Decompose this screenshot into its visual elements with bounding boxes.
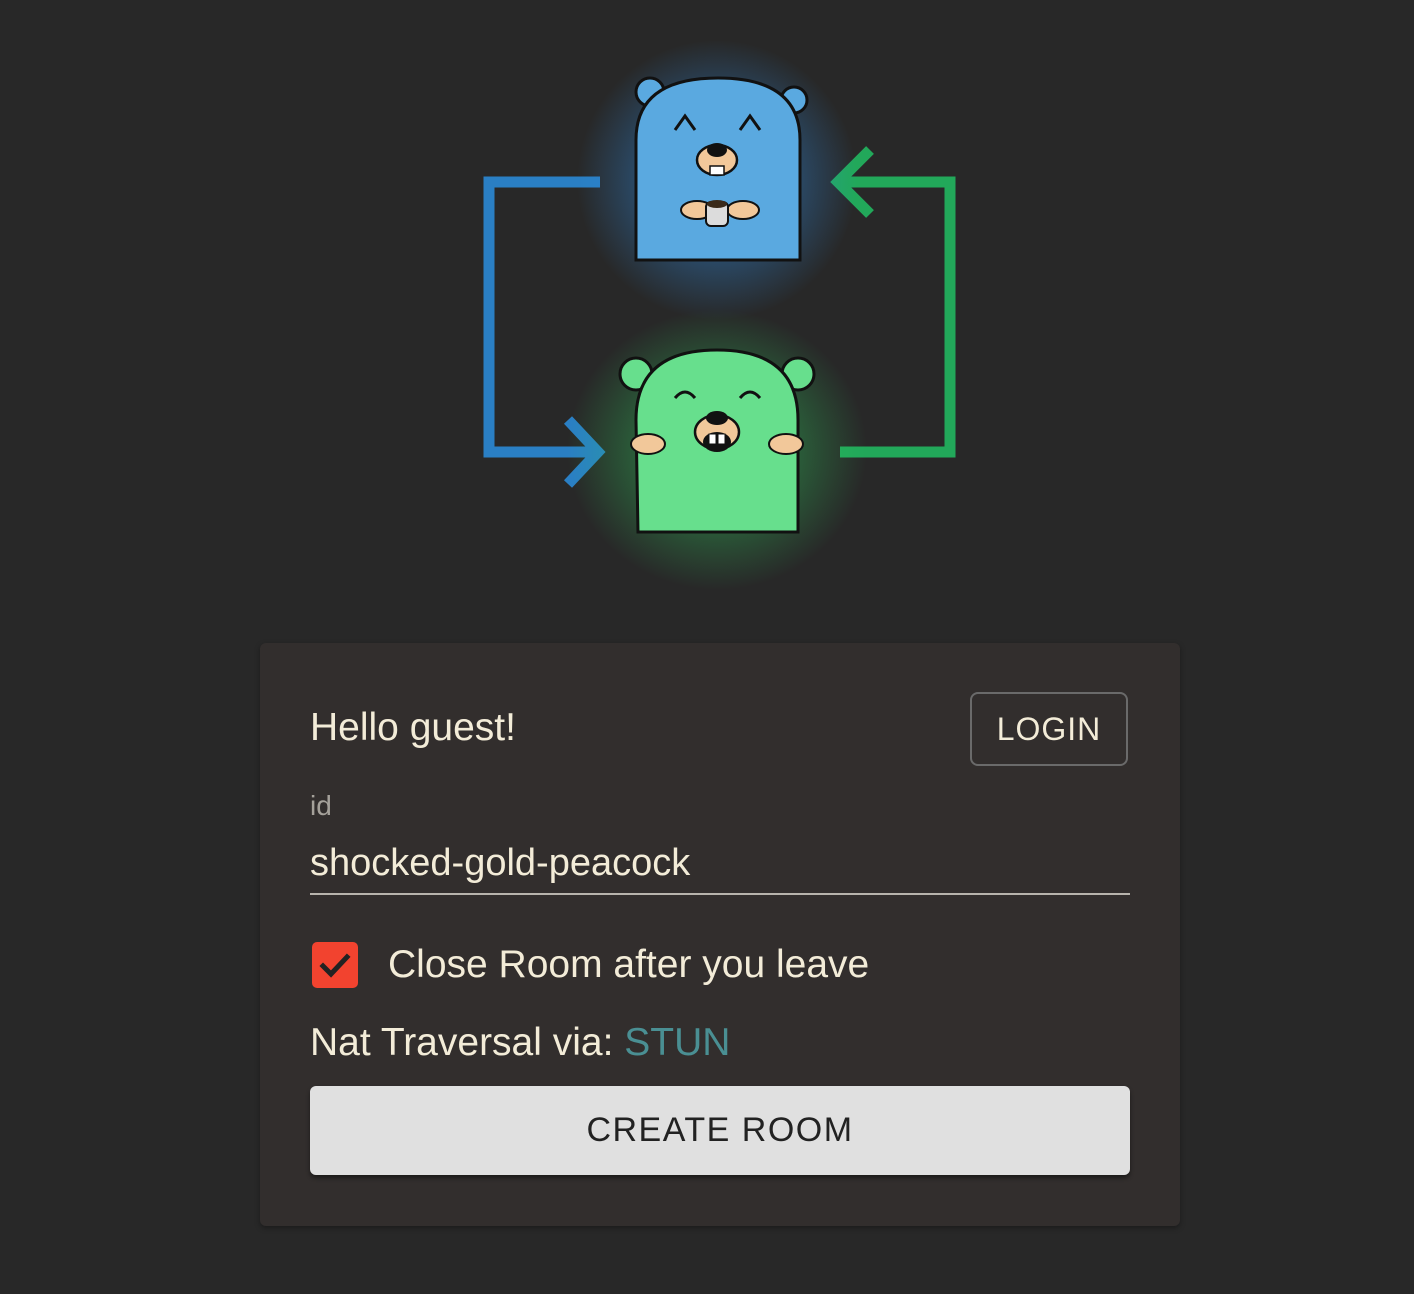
greeting-text: Hello guest! xyxy=(310,706,516,749)
close-room-checkbox[interactable] xyxy=(312,942,358,988)
checkmark-icon xyxy=(319,953,351,978)
room-id-input[interactable] xyxy=(310,833,1130,895)
close-room-option[interactable]: Close Room after you leave xyxy=(312,938,869,992)
app-logo xyxy=(483,40,956,590)
login-button[interactable]: LOGIN xyxy=(970,692,1128,766)
close-room-label: Close Room after you leave xyxy=(388,943,870,986)
nat-traversal-value: STUN xyxy=(624,1021,731,1064)
id-field-label: id xyxy=(310,790,332,821)
nat-traversal-info: Nat Traversal via: STUN xyxy=(310,1021,730,1065)
nat-traversal-label: Nat Traversal via: xyxy=(310,1021,614,1064)
create-room-card: Hello guest! LOGIN id Close Room after y… xyxy=(260,643,1180,1226)
green-gopher-icon xyxy=(567,310,867,590)
page: Hello guest! LOGIN id Close Room after y… xyxy=(0,0,1414,1294)
blue-gopher-icon xyxy=(577,40,857,320)
create-room-button[interactable]: CREATE ROOM xyxy=(310,1086,1130,1175)
